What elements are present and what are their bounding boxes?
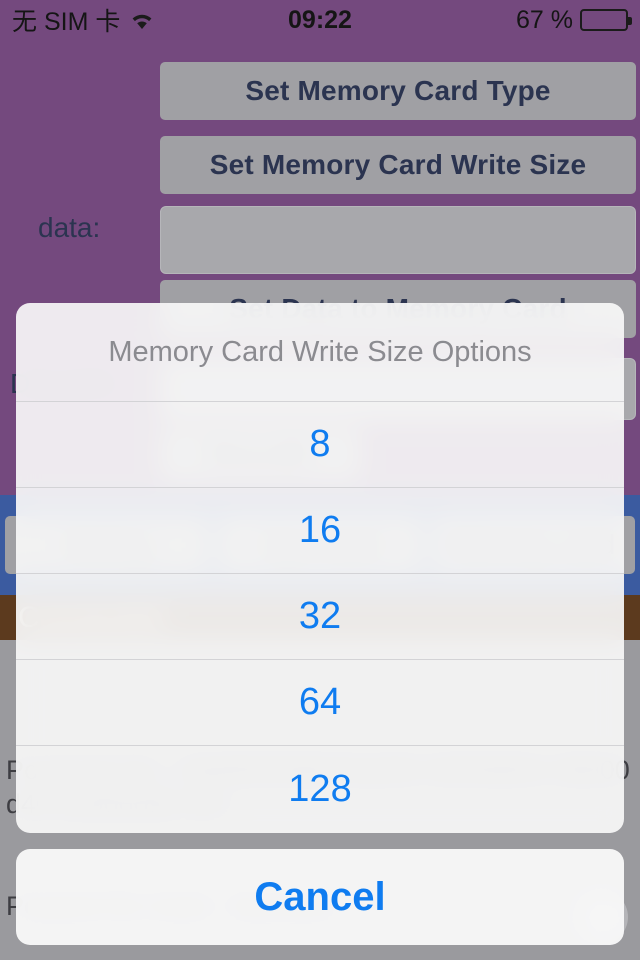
status-bar-right: 67 % bbox=[516, 5, 632, 35]
action-sheet-option-128[interactable]: 128 bbox=[16, 746, 624, 832]
action-sheet-option-32[interactable]: 32 bbox=[16, 574, 624, 660]
battery-icon bbox=[580, 9, 632, 31]
set-memory-card-write-size-button[interactable]: Set Memory Card Write Size bbox=[160, 136, 636, 194]
action-sheet-option-8[interactable]: 8 bbox=[16, 402, 624, 488]
action-sheet-option-16[interactable]: 16 bbox=[16, 488, 624, 574]
action-sheet-title: Memory Card Write Size Options bbox=[16, 303, 624, 402]
app-screen: 无 SIM 卡 09:22 67 % Set Memory Card Type … bbox=[0, 0, 640, 960]
data-label: data: bbox=[38, 212, 101, 243]
battery-percent-label: 67 % bbox=[516, 5, 573, 34]
set-memory-card-type-button[interactable]: Set Memory Card Type bbox=[160, 62, 636, 120]
status-bar: 无 SIM 卡 09:22 67 % bbox=[0, 0, 640, 40]
cancel-button[interactable]: Cancel bbox=[16, 849, 624, 945]
action-sheet: Memory Card Write Size Options 8 16 32 6… bbox=[16, 303, 624, 833]
action-sheet-option-64[interactable]: 64 bbox=[16, 660, 624, 746]
data-input[interactable] bbox=[160, 206, 636, 274]
